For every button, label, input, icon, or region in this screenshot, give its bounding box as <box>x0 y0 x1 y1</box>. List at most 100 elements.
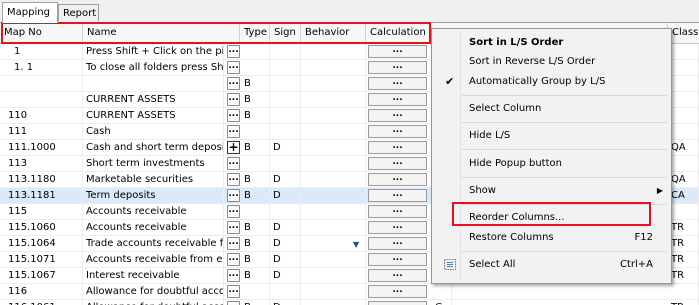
cell-behavior <box>301 76 366 91</box>
cell-name: To close all folders press Shif <box>83 60 224 75</box>
cell-map-no: 1. 1 <box>0 60 83 75</box>
menu-item-hide-ls[interactable]: Hide L/S <box>432 126 671 146</box>
cell-type <box>241 44 270 59</box>
cell-sign: D <box>270 252 301 267</box>
cell-type: B <box>241 92 270 107</box>
cell-type <box>241 204 270 219</box>
name-popup-button[interactable]: ... <box>227 173 240 186</box>
calculation-button[interactable]: ... <box>368 61 427 74</box>
cell-behavior <box>301 188 366 203</box>
cell-map-no: 113.1181 <box>0 188 83 203</box>
cell-map-no: 115.1067 <box>0 268 83 283</box>
menu-separator <box>462 95 667 96</box>
name-popup-button[interactable]: ... <box>227 269 240 282</box>
cell-behavior <box>301 140 366 155</box>
cell-sign: D <box>270 220 301 235</box>
tab-report[interactable]: Report <box>58 4 99 21</box>
plus-icon[interactable]: + <box>227 141 240 154</box>
cell-name: Cash and short term deposit <box>83 140 224 155</box>
calculation-button[interactable]: ... <box>368 157 427 170</box>
cell-behavior <box>301 156 366 171</box>
calculation-button[interactable]: ... <box>368 221 427 234</box>
cell-name: Marketable securities <box>83 172 224 187</box>
cell-name: Accounts receivable from er <box>83 252 224 267</box>
name-popup-button[interactable]: ... <box>227 157 240 170</box>
calculation-button[interactable]: ... <box>368 77 427 90</box>
cell-type: B <box>241 300 270 305</box>
calculation-button[interactable]: ... <box>368 253 427 266</box>
calculation-button[interactable]: ... <box>368 109 427 122</box>
menu-item-label: Select Column <box>469 103 542 114</box>
menu-item-label: Hide Popup button <box>469 158 562 169</box>
calculation-button[interactable]: ... <box>368 189 427 202</box>
cell-name: Term deposits <box>83 188 224 203</box>
name-popup-button[interactable]: ... <box>227 45 240 58</box>
cell-class <box>668 284 699 299</box>
col-header-class[interactable]: Class <box>668 23 699 43</box>
cell-name: Allowance for doubtful acco <box>83 284 224 299</box>
menu-item-restore-columns[interactable]: Restore Columns F12 <box>432 228 671 248</box>
cell-type: B <box>241 172 270 187</box>
name-popup-button[interactable]: ... <box>227 285 240 298</box>
calculation-button[interactable]: ... <box>368 125 427 138</box>
menu-item-sort-reverse[interactable]: Sort in Reverse L/S Order <box>432 52 671 72</box>
menu-item-label: Hide L/S <box>469 130 511 141</box>
cell-behavior <box>301 252 366 267</box>
cell-type: B <box>241 220 270 235</box>
calculation-button[interactable]: ... <box>368 237 427 250</box>
cell-type: B <box>241 140 270 155</box>
cell-name: Press Shift + Click on the pic <box>83 44 224 59</box>
name-popup-button[interactable]: ... <box>227 205 240 218</box>
calculation-button[interactable]: ... <box>368 45 427 58</box>
calculation-button[interactable]: ... <box>368 301 427 305</box>
tab-mapping[interactable]: Mapping <box>2 2 58 23</box>
calculation-button[interactable]: ... <box>368 269 427 282</box>
name-popup-button[interactable]: ... <box>227 109 240 122</box>
cell-class <box>668 92 699 107</box>
table-row[interactable]: 116.1061Allowance for doubtful acco...BD… <box>0 300 699 305</box>
calculation-button[interactable]: ... <box>368 285 427 298</box>
calculation-button[interactable]: ... <box>368 93 427 106</box>
name-popup-button[interactable]: ... <box>227 77 240 90</box>
dropdown-arrow-icon[interactable]: ▼ <box>353 240 359 249</box>
menu-item-select-column[interactable]: Select Column <box>432 99 671 119</box>
cell-sign <box>270 156 301 171</box>
menu-item-select-all[interactable]: Select All Ctrl+A <box>432 255 671 275</box>
name-popup-button[interactable]: ... <box>227 253 240 266</box>
menu-separator <box>462 251 667 252</box>
cell-sign: D <box>270 236 301 251</box>
cell-type <box>241 284 270 299</box>
name-popup-button[interactable]: ... <box>227 125 240 138</box>
calculation-button[interactable]: ... <box>368 205 427 218</box>
cell-sign <box>270 44 301 59</box>
cell-behavior <box>301 124 366 139</box>
name-popup-button[interactable]: ... <box>227 61 240 74</box>
cell-map-no: 110 <box>0 108 83 123</box>
menu-item-label: Sort in Reverse L/S Order <box>469 56 596 67</box>
name-popup-button[interactable]: ... <box>227 221 240 234</box>
cell-behavior <box>301 204 366 219</box>
name-popup-button[interactable]: ... <box>227 301 240 305</box>
name-popup-button[interactable]: ... <box>227 189 240 202</box>
cell-class: CA <box>668 188 699 203</box>
menu-item-auto-group[interactable]: ✔ Automatically Group by L/S <box>432 72 671 92</box>
cell-class <box>668 156 699 171</box>
calculation-button[interactable]: ... <box>368 173 427 186</box>
cell-class: TR <box>668 268 699 283</box>
cell-sign <box>270 108 301 123</box>
cell-name: CURRENT ASSETS <box>83 92 224 107</box>
menu-item-hide-popup[interactable]: Hide Popup button <box>432 154 671 174</box>
calculation-button[interactable]: ... <box>368 141 427 154</box>
name-popup-button[interactable]: ... <box>227 237 240 250</box>
menu-separator <box>462 122 667 123</box>
cell-name <box>83 76 224 91</box>
menu-separator <box>462 149 667 150</box>
menu-item-show[interactable]: Show ▶ <box>432 181 671 201</box>
table-row[interactable]: 116 Allowance for doubtful acco...... <box>0 284 699 300</box>
cell-map-no: 115.1060 <box>0 220 83 235</box>
cell-sign <box>270 92 301 107</box>
menu-item-sort-ls[interactable]: Sort in L/S Order <box>432 33 671 53</box>
menu-item-label: Restore Columns <box>469 232 554 243</box>
name-popup-button[interactable]: ... <box>227 93 240 106</box>
menu-separator <box>462 177 667 178</box>
